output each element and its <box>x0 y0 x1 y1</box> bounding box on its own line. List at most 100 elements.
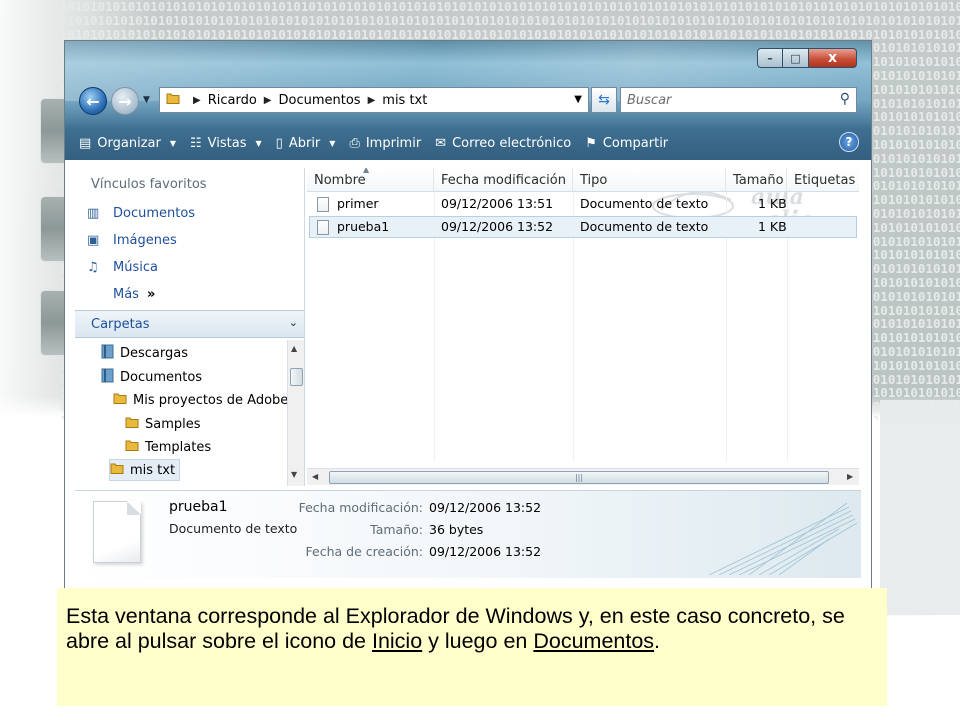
favorite-documents[interactable]: ▥ Documentos <box>75 200 304 227</box>
file-preview-icon <box>93 501 141 563</box>
favorite-label: Documentos <box>113 206 196 221</box>
chevron-down-icon: ▼ <box>255 138 262 148</box>
share-label: Compartir <box>602 135 669 151</box>
command-bar: ▤ Organizar ▼ ☷ Vistas ▼ ▯ Abrir ▼ ⎙ Imp… <box>75 129 861 157</box>
column-label: Fecha modificación <box>441 172 566 188</box>
column-header-tags[interactable]: Etiquetas <box>787 168 859 192</box>
text-file-icon <box>317 196 329 212</box>
details-label: Tamaño: <box>370 522 423 537</box>
more-links[interactable]: Más » <box>75 281 304 308</box>
search-input[interactable]: Buscar ⚲ <box>620 87 857 113</box>
details-label: Fecha de creación: <box>305 544 423 559</box>
tree-label: Descargas <box>120 345 189 361</box>
column-header-name[interactable]: ▲ Nombre <box>307 168 434 192</box>
tree-item-mis-proyectos[interactable]: Mis proyectos de Adobe <box>113 389 287 411</box>
caption-text: y luego en <box>422 629 534 653</box>
documents-icon: ▥ <box>87 206 100 221</box>
column-header-type[interactable]: Tipo <box>573 168 726 192</box>
file-modified: 09/12/2006 13:51 <box>441 196 554 211</box>
file-row[interactable]: primer 09/12/2006 13:51 Documento de tex… <box>309 193 857 215</box>
close-button[interactable]: x <box>809 48 857 68</box>
printer-icon: ⎙ <box>349 135 360 151</box>
caption-box: Esta ventana corresponde al Explorador d… <box>57 588 887 706</box>
documents-icon <box>101 368 114 387</box>
tree-scrollbar[interactable]: ▲ ▼ <box>287 340 304 486</box>
details-value: 36 bytes <box>429 522 484 537</box>
window-controls: – □ x <box>757 48 857 70</box>
views-label: Vistas <box>207 135 247 151</box>
views-icon: ☷ <box>190 135 202 151</box>
scroll-right-icon[interactable]: ▶ <box>847 472 853 481</box>
column-label: Tipo <box>580 172 608 188</box>
scroll-thumb[interactable] <box>290 368 303 386</box>
folders-header[interactable]: Carpetas ⌄ <box>75 310 304 338</box>
caption-link-inicio[interactable]: Inicio <box>372 629 422 653</box>
file-row[interactable]: prueba1 09/12/2006 13:52 Documento de te… <box>309 216 857 238</box>
scroll-left-icon[interactable]: ◀ <box>312 472 318 481</box>
chevron-down-icon: ▼ <box>329 138 336 148</box>
organize-button[interactable]: ▤ Organizar ▼ <box>75 131 186 155</box>
tree-label: mis txt <box>130 462 176 478</box>
downloads-icon <box>101 344 114 363</box>
breadcrumb-separator: ▶ <box>263 94 272 106</box>
pictures-icon: ▣ <box>87 233 100 248</box>
share-button[interactable]: ⚑ Compartir <box>581 131 678 155</box>
maximize-button[interactable]: □ <box>783 48 809 68</box>
tree-item-documentos[interactable]: Documentos <box>101 366 202 388</box>
tree-item-templates[interactable]: Templates <box>125 436 211 458</box>
text-file-icon <box>317 219 329 235</box>
navigation-pane: Vínculos favoritos ▥ Documentos ▣ Imágen… <box>75 168 305 486</box>
address-bar[interactable]: ▶ Ricardo ▶ Documentos ▶ mis txt ▼ <box>159 87 589 113</box>
explorer-window: – □ x ← → ▼ ▶ Ricardo ▶ Documentos ▶ mis… <box>64 40 872 589</box>
views-button[interactable]: ☷ Vistas ▼ <box>186 131 272 155</box>
favorite-pictures[interactable]: ▣ Imágenes <box>75 227 304 254</box>
column-header-size[interactable]: Tamaño <box>726 168 787 192</box>
recent-pages-dropdown[interactable]: ▼ <box>143 95 150 105</box>
help-button[interactable]: ? <box>839 132 859 152</box>
email-button[interactable]: ✉ Correo electrónico <box>431 131 581 155</box>
folder-icon <box>113 391 127 409</box>
scroll-thumb[interactable]: ||| <box>329 471 829 484</box>
refresh-button[interactable]: ⇆ <box>591 87 617 113</box>
forward-button[interactable]: → <box>111 87 139 115</box>
refresh-icon: ⇆ <box>598 92 610 108</box>
scroll-up-icon[interactable]: ▲ <box>291 344 297 353</box>
chevron-down-icon: ⌄ <box>288 316 298 329</box>
tree-item-descargas[interactable]: Descargas <box>101 342 188 364</box>
column-header-modified[interactable]: Fecha modificación <box>434 168 573 192</box>
back-arrow-icon: ← <box>86 91 100 111</box>
details-pane: prueba1 Documento de texto Fecha modific… <box>75 490 861 578</box>
breadcrumb-item[interactable]: Documentos <box>279 93 361 108</box>
navigation-bar: ← → ▼ ▶ Ricardo ▶ Documentos ▶ mis txt ▼… <box>77 85 857 119</box>
search-placeholder: Buscar <box>627 92 672 108</box>
tree-label: Samples <box>145 416 201 432</box>
caption-text: . <box>654 629 661 653</box>
tree-item-mis-txt[interactable]: mis txt <box>109 459 181 481</box>
breadcrumb-item[interactable]: mis txt <box>382 93 427 108</box>
scroll-down-icon[interactable]: ▼ <box>291 470 297 479</box>
search-icon[interactable]: ⚲ <box>840 91 850 107</box>
music-icon: ♫ <box>87 260 99 275</box>
column-label: Tamaño <box>733 172 784 188</box>
organize-label: Organizar <box>97 135 161 151</box>
tree-item-samples[interactable]: Samples <box>125 413 201 435</box>
help-icon: ? <box>845 135 853 149</box>
file-size: 1 KB <box>758 219 787 234</box>
favorite-music[interactable]: ♫ Música <box>75 254 304 281</box>
chevron-down-icon[interactable]: ▼ <box>574 94 582 105</box>
file-name: primer <box>337 196 379 211</box>
open-button[interactable]: ▯ Abrir ▼ <box>272 131 346 155</box>
file-type: Documento de texto <box>580 196 709 211</box>
file-modified: 09/12/2006 13:52 <box>441 219 554 234</box>
folder-icon <box>110 461 124 479</box>
horizontal-scrollbar[interactable]: ◀ ||| ▶ <box>307 468 859 485</box>
forward-arrow-icon: → <box>118 91 132 111</box>
column-label: Etiquetas <box>794 172 856 188</box>
file-size: 1 KB <box>758 196 787 211</box>
minimize-button[interactable]: – <box>757 48 783 68</box>
back-button[interactable]: ← <box>79 87 107 115</box>
aurora-decoration <box>708 502 858 575</box>
breadcrumb-item[interactable]: Ricardo <box>208 93 257 108</box>
caption-link-documentos[interactable]: Documentos <box>533 629 654 653</box>
print-button[interactable]: ⎙ Imprimir <box>345 131 431 155</box>
